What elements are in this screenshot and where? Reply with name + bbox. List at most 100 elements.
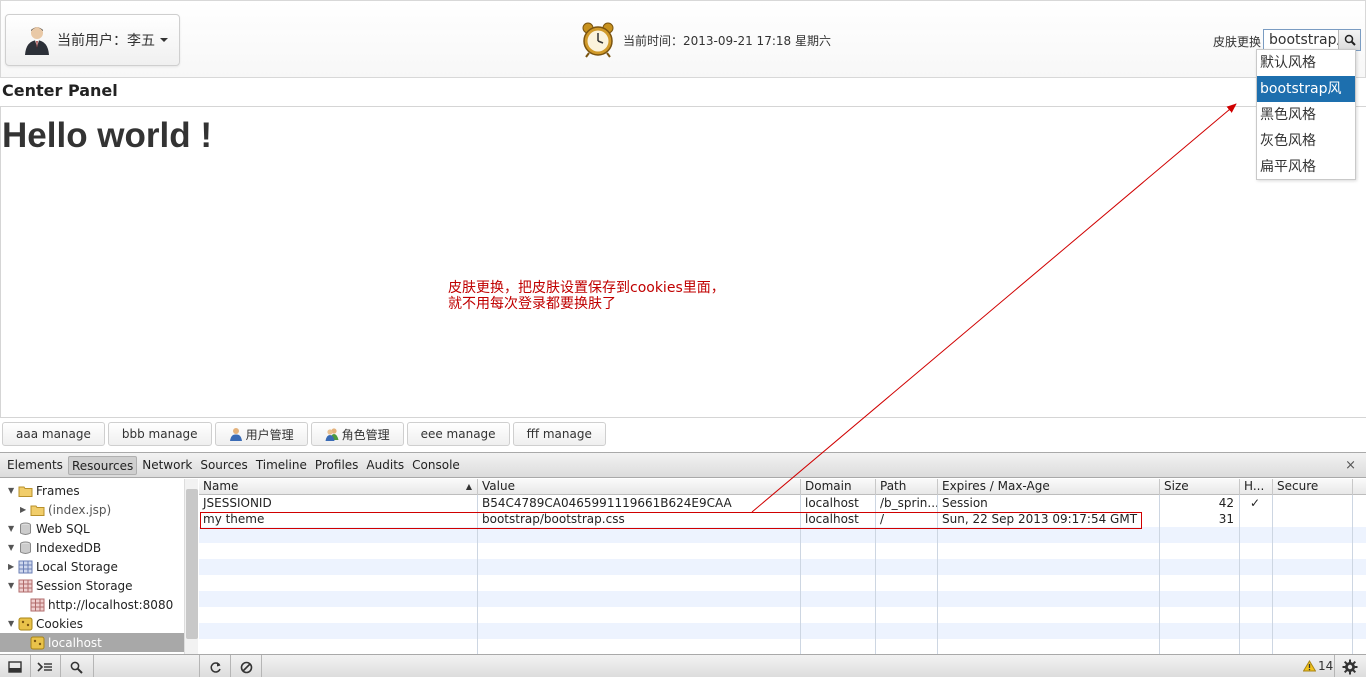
current-user-label: 当前用户：李五: [57, 33, 155, 49]
column-header-label: Secure: [1277, 479, 1319, 493]
warning-count[interactable]: 14: [1303, 659, 1333, 673]
devtools-tab-timeline[interactable]: Timeline: [253, 456, 310, 475]
skin-option-bootstrap[interactable]: bootstrap风格: [1257, 76, 1355, 123]
user-avatar-icon: [25, 27, 49, 55]
tree-item-frames[interactable]: ▼ Frames: [8, 481, 80, 500]
console-drawer-button[interactable]: [32, 657, 58, 677]
cell-size: 31: [1218, 512, 1234, 526]
tab-label: bbb manage: [121, 427, 198, 441]
skin-option-flat[interactable]: 扁平风格: [1257, 154, 1355, 180]
devtools-tab-resources[interactable]: Resources: [67, 455, 138, 475]
cell-domain: localhost: [805, 512, 859, 526]
tree-item-session-storage[interactable]: ▼ Session Storage: [8, 576, 133, 595]
skin-option-gray[interactable]: 灰色风格: [1257, 128, 1355, 154]
sort-ascending-icon: ▲: [465, 482, 472, 491]
settings-button[interactable]: [1337, 657, 1363, 677]
skin-switch-label: 皮肤更换: [1213, 35, 1262, 49]
cell-expires: Sun, 22 Sep 2013 09:17:54 GMT: [942, 512, 1138, 526]
tab-aaa-manage[interactable]: aaa manage: [2, 422, 105, 446]
tree-label: localhost: [48, 635, 102, 650]
status-separator: [60, 655, 61, 677]
tree-item-index-jsp[interactable]: ▶ (index.jsp): [20, 500, 111, 519]
table-grid-icon: [18, 579, 33, 592]
tab-user-management[interactable]: 用户管理: [214, 422, 308, 446]
column-header-label: Size: [1164, 479, 1189, 493]
close-icon[interactable]: ×: [1345, 458, 1356, 473]
devtools-tab-sources[interactable]: Sources: [197, 456, 250, 475]
tree-item-session-localhost[interactable]: http://localhost:8080: [30, 595, 173, 614]
grid-stripe: [199, 623, 1366, 639]
column-divider: [1352, 479, 1353, 654]
alarm-clock-icon: [582, 22, 614, 58]
tab-label: eee manage: [420, 427, 496, 441]
devtools-panel: Elements Resources Network Sources Timel…: [0, 452, 1366, 677]
cookies-grid: Name ▲ Value Domain Path Expires / Max-A…: [199, 479, 1366, 654]
search-button[interactable]: [63, 657, 89, 677]
table-grid-icon: [30, 598, 45, 611]
dock-toggle-button[interactable]: [2, 657, 28, 677]
chevron-down-icon: [160, 38, 168, 42]
dock-icon: [8, 661, 22, 673]
column-header-name[interactable]: Name ▲: [199, 479, 478, 495]
column-header-value[interactable]: Value: [478, 479, 801, 495]
skin-select-trigger[interactable]: [1338, 30, 1360, 50]
search-icon: [70, 661, 83, 674]
grid-stripe: [199, 591, 1366, 607]
cell-httponly-check: [1240, 511, 1272, 527]
expanded-triangle-icon: ▼: [8, 543, 15, 552]
devtools-tab-network[interactable]: Network: [139, 456, 195, 475]
tab-label: fff manage: [526, 427, 592, 441]
header-bar: 当前用户：李五 当前时间：2013-09-21 17:18 星期六 皮肤更换 b…: [0, 0, 1366, 78]
devtools-tab-audits[interactable]: Audits: [363, 456, 407, 475]
skin-option-default[interactable]: 默认风格: [1257, 50, 1355, 76]
column-header-label: H...: [1244, 479, 1265, 493]
scrollbar-thumb[interactable]: [186, 489, 198, 639]
user-icon: [229, 428, 242, 441]
app-window: 当前用户：李五 当前时间：2013-09-21 17:18 星期六 皮肤更换 b…: [0, 0, 1366, 677]
column-header-domain[interactable]: Domain: [801, 479, 876, 495]
column-header-httponly[interactable]: H...: [1240, 479, 1273, 495]
tab-bbb-manage[interactable]: bbb manage: [107, 422, 212, 446]
column-header-path[interactable]: Path: [876, 479, 938, 495]
tree-item-cookies-localhost[interactable]: localhost: [0, 633, 184, 652]
devtools-tab-profiles[interactable]: Profiles: [312, 456, 362, 475]
cell-path: /: [880, 512, 885, 526]
grid-stripe: [199, 559, 1366, 575]
skin-select-value: bootstrap风格: [1269, 32, 1338, 48]
folder-icon: [30, 505, 45, 516]
cell-value: B54C4789CA0465991119661B624E9CAA: [482, 496, 732, 510]
skin-option-black[interactable]: 黑色风格: [1257, 102, 1355, 128]
hello-heading: Hello world !: [2, 116, 212, 155]
devtools-status-bar: 14: [0, 654, 1366, 677]
tree-label: Cookies: [36, 616, 83, 631]
tab-fff-manage[interactable]: fff manage: [512, 422, 606, 446]
status-separator: [199, 655, 200, 677]
tree-label: Session Storage: [36, 578, 133, 593]
sidebar-scrollbar[interactable]: [184, 479, 198, 654]
clear-button[interactable]: [233, 657, 259, 677]
cell-name: JSESSIONID: [203, 496, 272, 510]
column-header-size[interactable]: Size: [1160, 479, 1240, 495]
table-grid-icon: [18, 560, 33, 573]
tree-item-indexeddb[interactable]: ▼ IndexedDB: [8, 538, 101, 557]
tab-eee-manage[interactable]: eee manage: [406, 422, 510, 446]
column-header-expires[interactable]: Expires / Max-Age: [938, 479, 1160, 495]
users-group-icon: [325, 428, 339, 441]
status-separator: [230, 655, 231, 677]
refresh-button[interactable]: [202, 657, 228, 677]
tree-label: Frames: [36, 483, 80, 498]
column-header-secure[interactable]: Secure: [1273, 479, 1353, 495]
cell-secure: [1273, 495, 1352, 511]
tab-label: aaa manage: [16, 427, 91, 441]
tree-item-local-storage[interactable]: ▶ Local Storage: [8, 557, 118, 576]
devtools-tab-console[interactable]: Console: [409, 456, 463, 475]
current-user-button[interactable]: 当前用户：李五: [5, 14, 180, 66]
skin-select[interactable]: bootstrap风格: [1263, 29, 1361, 51]
cell-expires: Session: [942, 496, 988, 510]
tree-item-cookies[interactable]: ▼ Cookies: [8, 614, 83, 633]
grid-header: Name ▲ Value Domain Path Expires / Max-A…: [199, 479, 1366, 495]
tree-item-web-sql[interactable]: ▼ Web SQL: [8, 519, 90, 538]
column-header-label: Name: [203, 479, 239, 493]
devtools-tab-elements[interactable]: Elements: [4, 456, 66, 475]
tab-role-management[interactable]: 角色管理: [310, 422, 404, 446]
